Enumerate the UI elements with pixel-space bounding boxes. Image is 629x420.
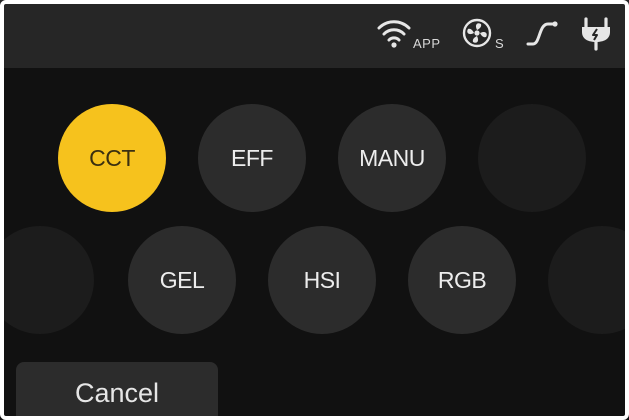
mode-hsi-label: HSI <box>303 266 341 293</box>
mode-empty-button-far-right[interactable] <box>548 226 629 334</box>
mode-cct-button[interactable]: CCT <box>58 104 166 212</box>
wifi-sublabel: APP <box>413 36 441 51</box>
mode-rgb-button[interactable]: RGB <box>408 226 516 334</box>
mode-manu-button[interactable]: MANU <box>338 104 446 212</box>
fan-sublabel: S <box>495 36 505 51</box>
mode-eff-button[interactable]: EFF <box>198 104 306 212</box>
mode-empty-button-left[interactable] <box>0 226 94 334</box>
curve-icon <box>524 14 560 52</box>
selection-edge-marker <box>0 197 4 213</box>
cancel-button[interactable]: Cancel <box>16 362 218 420</box>
mode-rgb-label: RGB <box>437 266 487 293</box>
fan-icon <box>462 14 492 52</box>
cancel-label: Cancel <box>74 377 160 408</box>
mode-gel-button[interactable]: GEL <box>128 226 236 334</box>
status-bar: APP S <box>0 0 629 68</box>
wifi-icon <box>376 14 412 52</box>
device-screen: APP S CCT EFF MANU GEL HSI RGB Cancel <box>0 0 629 420</box>
mode-gel-label: GEL <box>159 266 205 293</box>
mode-hsi-button[interactable]: HSI <box>268 226 376 334</box>
power-plug-icon <box>580 14 612 52</box>
mode-manu-label: MANU <box>359 144 425 171</box>
mode-cct-label: CCT <box>89 144 135 171</box>
mode-empty-button-right[interactable] <box>478 104 586 212</box>
mode-eff-label: EFF <box>231 144 273 171</box>
